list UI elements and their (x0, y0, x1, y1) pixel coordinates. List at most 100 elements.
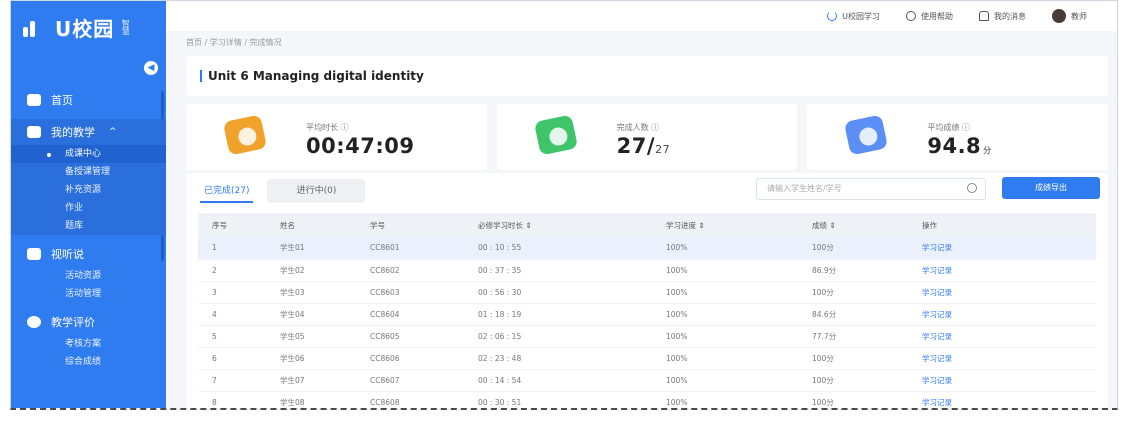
breadcrumb: 首页 / 学习详情 / 完成情况 (186, 38, 282, 47)
search-input[interactable]: 请输入学生姓名/学号 (756, 178, 986, 200)
cell-study-time: 02 : 23 : 48 (478, 353, 522, 363)
sidebar-subitem-overall-grades[interactable]: 综合成绩 (11, 353, 166, 371)
cell-progress: 100% (666, 309, 688, 319)
sidebar-subitem-homework[interactable]: 作业 (11, 199, 166, 217)
topbar-label: 教师 (1071, 11, 1087, 21)
stat-label: 完成人数 ⓘ (616, 123, 660, 132)
bell-icon (979, 11, 989, 21)
cell-name: 学生04 (280, 309, 305, 319)
sidebar-subitem-activity-management[interactable]: 活动管理 (11, 285, 166, 303)
topbar-label: U校园学习 (842, 11, 880, 21)
sidebar-subitem-assessment[interactable]: 考核方案 (11, 335, 166, 353)
cell-study-time: 00 : 30 : 51 (478, 397, 522, 407)
chevron-up-icon: ^ (109, 127, 117, 137)
cell-name: 学生02 (280, 265, 305, 275)
sidebar-subitem-question-bank[interactable]: 题库 (11, 217, 166, 235)
sidebar-item-my-teaching[interactable]: 我的教学 ^ (11, 119, 166, 145)
cell-name: 学生06 (280, 353, 305, 363)
topbar-label: 使用帮助 (921, 11, 953, 21)
cell-study-time: 00 : 37 : 35 (478, 265, 522, 275)
cell-student-id: CC8608 (370, 397, 400, 407)
tabs: 已完成(27) 进行中(0) (200, 179, 366, 203)
sidebar-subitem-lesson-prep[interactable]: 备授课管理 (11, 163, 166, 181)
stat-card-average-score: 平均成绩 ⓘ 94.8 分 (807, 104, 1109, 170)
cell-index: 1 (212, 243, 217, 253)
sidebar-item-label: 首页 (51, 94, 73, 107)
score-icon (844, 114, 889, 156)
stat-label: 平均成绩 ⓘ (927, 123, 970, 132)
col-study-time[interactable]: 必修学习时长 ⇕ (464, 213, 652, 237)
study-record-link[interactable]: 学习记录 (908, 259, 1096, 281)
cell-name: 学生01 (280, 243, 305, 253)
stat-value: 94.8 分 (927, 134, 992, 158)
student-table: 序号 姓名 学号 必修学习时长 ⇕ 学习进度 ⇕ 成绩 ⇕ 操作 1 学生01 CC… (198, 213, 1096, 408)
topbar-help[interactable]: 使用帮助 (906, 11, 953, 22)
brand-name: U校园 (55, 16, 115, 41)
search-placeholder: 请输入学生姓名/学号 (767, 184, 842, 193)
study-record-link[interactable]: 学习记录 (908, 237, 1096, 259)
sidebar-item-home[interactable]: 首页 (11, 87, 166, 113)
sidebar-item-label: 教学评价 (51, 316, 95, 329)
cell-index: 5 (212, 331, 217, 341)
study-record-link[interactable]: 学习记录 (908, 281, 1096, 303)
cell-student-id: CC8607 (370, 375, 400, 385)
cell-score: 100分 (812, 287, 834, 297)
table-row: 3 学生03 CC8603 00 : 56 : 30 100% 100分 学习记录 (198, 281, 1096, 303)
cell-progress: 100% (666, 353, 688, 363)
sidebar-subitem-activity-resources[interactable]: 活动资源 (11, 267, 166, 285)
col-progress[interactable]: 学习进度 ⇕ (652, 213, 798, 237)
tab-in-progress[interactable]: 进行中(0) (267, 179, 366, 203)
sidebar-subitem-course-center[interactable]: 成课中心 (11, 145, 166, 163)
sidebar-item-listening[interactable]: 视听说 (11, 241, 166, 267)
avatar (1052, 9, 1066, 23)
cell-index: 3 (212, 287, 217, 297)
study-record-link[interactable]: 学习记录 (908, 303, 1096, 325)
table-row: 8 学生08 CC8608 00 : 30 : 51 100% 100分 学习记录 (198, 391, 1096, 408)
brand-logo[interactable]: U校园 智慧 (11, 1, 166, 53)
col-index: 序号 (212, 220, 227, 230)
cell-score: 100分 (812, 353, 834, 363)
tab-completed[interactable]: 已完成(27) (200, 179, 254, 203)
topbar-u-campus[interactable]: U校园学习 (827, 11, 880, 22)
study-record-link[interactable]: 学习记录 (908, 391, 1096, 408)
study-record-link[interactable]: 学习记录 (908, 369, 1096, 391)
search-icon[interactable] (967, 183, 977, 193)
cell-score: 86.9分 (812, 265, 837, 275)
study-record-link[interactable]: 学习记录 (908, 347, 1096, 369)
cell-progress: 100% (666, 331, 688, 341)
cell-score: 100分 (812, 397, 834, 407)
cell-progress: 100% (666, 243, 688, 253)
table-row: 4 学生04 CC8604 01 : 18 : 19 100% 84.6分 学习记录 (198, 303, 1096, 325)
top-bar: U校园学习 使用帮助 我的消息 教师 (166, 1, 1117, 31)
home-icon (27, 94, 41, 106)
sidebar-item-evaluation[interactable]: 教学评价 (11, 309, 166, 335)
topbar-messages[interactable]: 我的消息 (979, 11, 1026, 22)
export-grades-button[interactable]: 成绩导出 (1002, 177, 1100, 199)
cell-name: 学生05 (280, 331, 305, 341)
page-header: Unit 6 Managing digital identity (186, 56, 1108, 96)
logo-icon (23, 17, 49, 37)
cell-student-id: CC8603 (370, 287, 400, 297)
stats-row: 平均时长 ⓘ 00:47:09 完成人数 ⓘ 27/27 平均成绩 ⓘ 94.8… (186, 104, 1109, 170)
collapse-sidebar-button[interactable]: ◀ (144, 61, 158, 75)
cell-progress: 100% (666, 265, 688, 275)
page-title: Unit 6 Managing digital identity (208, 69, 424, 83)
cell-index: 6 (212, 353, 217, 363)
table-row: 1 学生01 CC8601 00 : 10 : 55 100% 100分 学习记录 (198, 237, 1096, 259)
sidebar-item-label: 我的教学 (51, 126, 95, 139)
cell-progress: 100% (666, 397, 688, 407)
cell-progress: 100% (666, 375, 688, 385)
cell-study-time: 00 : 14 : 54 (478, 375, 522, 385)
student-list-panel: 已完成(27) 进行中(0) 请输入学生姓名/学号 成绩导出 序号 姓名 学号 … (186, 173, 1108, 408)
cell-study-time: 02 : 06 : 15 (478, 331, 522, 341)
col-student-id: 学号 (370, 220, 385, 230)
col-score[interactable]: 成绩 ⇕ (798, 213, 908, 237)
topbar-user[interactable]: 教师 (1052, 9, 1087, 23)
book-icon (27, 126, 41, 138)
study-record-link[interactable]: 学习记录 (908, 325, 1096, 347)
cell-student-id: CC8606 (370, 353, 400, 363)
table-row: 5 学生05 CC8605 02 : 06 : 15 100% 77.7分 学习记录 (198, 325, 1096, 347)
sidebar-subitem-resources[interactable]: 补充资源 (11, 181, 166, 199)
u-icon (827, 11, 838, 21)
sidebar: U校园 智慧 ◀ 首页 我的教学 ^ 成课中心 备授课管理 补充资源 作业 题库 (11, 1, 166, 408)
